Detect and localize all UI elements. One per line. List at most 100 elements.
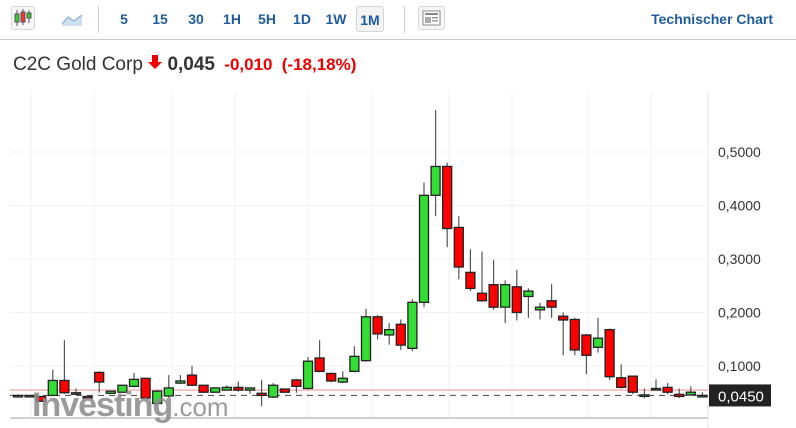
candle-body <box>674 393 685 398</box>
candle-body <box>302 360 314 390</box>
timeframe-1d[interactable]: 1D <box>287 6 317 32</box>
y-tick-label: 0,2000 <box>718 305 761 321</box>
candle <box>418 182 430 308</box>
candle-body <box>256 392 267 397</box>
candle-body <box>268 384 279 398</box>
y-tick-label: 0,3000 <box>718 251 761 267</box>
timeframe-30[interactable]: 30 <box>181 6 211 32</box>
area-chart-icon[interactable] <box>60 6 86 30</box>
candle <box>511 269 522 321</box>
candle-body <box>384 328 395 336</box>
toolbar-divider <box>404 6 405 33</box>
candle <box>627 375 638 395</box>
candle-body <box>558 315 569 321</box>
investing-logo-watermark: Investing.com <box>32 386 229 424</box>
candle <box>581 333 592 375</box>
timeframe-1w[interactable]: 1W <box>321 6 351 32</box>
last-price: 0,045 <box>167 54 215 75</box>
candle-body <box>175 380 186 384</box>
candle <box>395 319 406 350</box>
candle-body <box>430 165 441 196</box>
candle-body <box>465 271 476 290</box>
candle <box>326 372 337 383</box>
toolbar: 5 15 30 1H 5H 1D 1W 1M Technischer Chart <box>0 0 796 40</box>
candle <box>592 317 604 353</box>
candle <box>616 364 627 389</box>
candle-body <box>326 372 337 382</box>
timeframe-15[interactable]: 15 <box>145 6 175 32</box>
candle-body <box>616 377 627 389</box>
candle-body <box>569 318 580 351</box>
timeframe-1m[interactable]: 1M <box>356 6 384 32</box>
candle-body <box>418 194 430 303</box>
candle <box>12 394 24 398</box>
candle <box>650 379 662 391</box>
candle <box>256 379 267 407</box>
candle <box>360 308 372 362</box>
candle-body <box>604 328 615 378</box>
candle-body <box>500 284 511 308</box>
candle <box>302 356 314 390</box>
candle-body <box>592 337 604 348</box>
candle-body <box>186 374 198 386</box>
candle <box>407 299 418 352</box>
candle <box>453 216 464 280</box>
price-change: -0,010 <box>224 55 273 74</box>
candle <box>604 328 615 380</box>
candle <box>534 302 546 320</box>
candle <box>430 110 441 217</box>
candle-body <box>244 387 256 391</box>
candle <box>349 346 360 373</box>
candle <box>662 383 673 395</box>
candle-body <box>546 300 557 308</box>
candle <box>279 388 290 393</box>
candle <box>372 315 383 340</box>
candle <box>697 392 708 398</box>
candle <box>175 375 186 385</box>
candle <box>337 371 348 384</box>
candle <box>268 383 279 399</box>
candle-body <box>639 394 650 398</box>
news-layout-icon[interactable] <box>418 6 445 30</box>
technical-chart-link[interactable]: Technischer Chart <box>651 11 773 27</box>
current-price-label: 0,0450 <box>718 388 764 405</box>
candle-body <box>442 165 453 230</box>
candlestick-icon[interactable] <box>11 6 35 30</box>
candle-body <box>627 375 638 393</box>
candle-body <box>453 226 464 268</box>
candle <box>569 317 580 356</box>
candle-body <box>94 371 105 383</box>
timeframe-1h[interactable]: 1H <box>217 6 247 32</box>
y-tick-label: 0,1000 <box>718 358 761 374</box>
candle-body <box>372 316 383 335</box>
candle-body <box>476 292 488 302</box>
candle-body <box>314 357 325 373</box>
candle-body <box>511 286 522 314</box>
price-chart[interactable]: 0,5000 0,4000 0,3000 0,2000 0,1000 0,0450 <box>0 90 796 428</box>
candle-body <box>650 387 662 391</box>
candle <box>314 340 325 373</box>
candle-body <box>407 301 418 349</box>
timeframe-5[interactable]: 5 <box>111 6 137 32</box>
y-tick-label: 0,4000 <box>718 198 761 214</box>
candle <box>685 386 696 396</box>
candle-body <box>697 394 708 398</box>
candle-body <box>488 284 499 308</box>
instrument-name: C2C Gold Corp <box>13 54 143 75</box>
candle <box>558 312 569 356</box>
candle <box>523 288 534 318</box>
candle-body <box>685 391 696 396</box>
price-change-percent: (-18,18%) <box>281 55 357 74</box>
candle-body <box>360 316 372 362</box>
candle-body <box>534 306 546 311</box>
candle-body <box>581 334 592 356</box>
candle-body <box>12 394 24 398</box>
candle <box>244 387 256 394</box>
y-tick-label: 0,5000 <box>718 144 761 160</box>
timeframe-5h[interactable]: 5H <box>252 6 282 32</box>
candle-body <box>233 386 244 391</box>
candle-body <box>291 379 302 387</box>
candle <box>488 260 499 310</box>
candle-body <box>349 355 360 372</box>
candle-body <box>395 323 406 346</box>
